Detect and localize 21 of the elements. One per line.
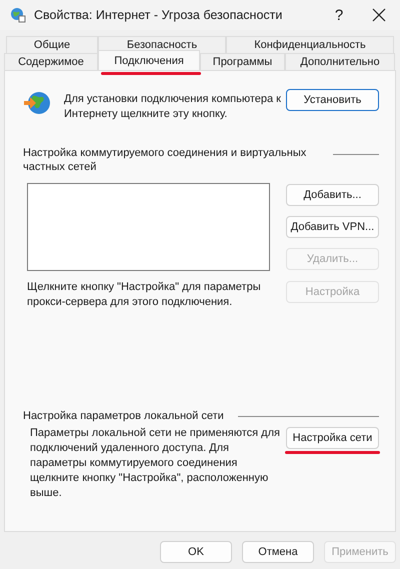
- tab[interactable]: Конфиденциальность: [226, 36, 394, 53]
- instruction-text: Для установки подключения компьютера к Интернету щелкните эту кнопку.: [64, 92, 282, 122]
- group-heading: Настройка коммутируемого соединения и виртуальных частных сетей: [23, 146, 308, 174]
- tab[interactable]: Дополнительно: [285, 53, 395, 70]
- tab[interactable]: Программы: [200, 53, 285, 70]
- tab[interactable]: Общие: [6, 36, 98, 53]
- button[interactable]: OK: [160, 541, 232, 563]
- button[interactable]: Добавить VPN...: [286, 216, 379, 238]
- globe-icon: [10, 7, 26, 23]
- button[interactable]: Добавить...: [286, 184, 379, 206]
- close-icon[interactable]: [372, 8, 386, 22]
- tab[interactable]: Содержимое: [4, 53, 98, 70]
- button[interactable]: Отмена: [242, 541, 314, 563]
- window-title: Свойства: Интернет - Угроза безопасности: [34, 8, 284, 22]
- globe-icon: [23, 89, 51, 117]
- help-button[interactable]: ?: [324, 6, 354, 24]
- button[interactable]: Установить: [286, 89, 379, 111]
- connections-list[interactable]: [27, 183, 270, 271]
- lan-note: Параметры локальной сети не применяются для подключений удаленного доступа. Для параметры коммутируемого соединения щелкните кнопку "Настройка", расположенную выше.: [30, 426, 280, 501]
- proxy-note: Щелкните кнопку "Настройка" для параметры прокси-сервера для этого подключения.: [27, 280, 262, 310]
- group-heading: Настройка параметров локальной сети: [23, 410, 224, 422]
